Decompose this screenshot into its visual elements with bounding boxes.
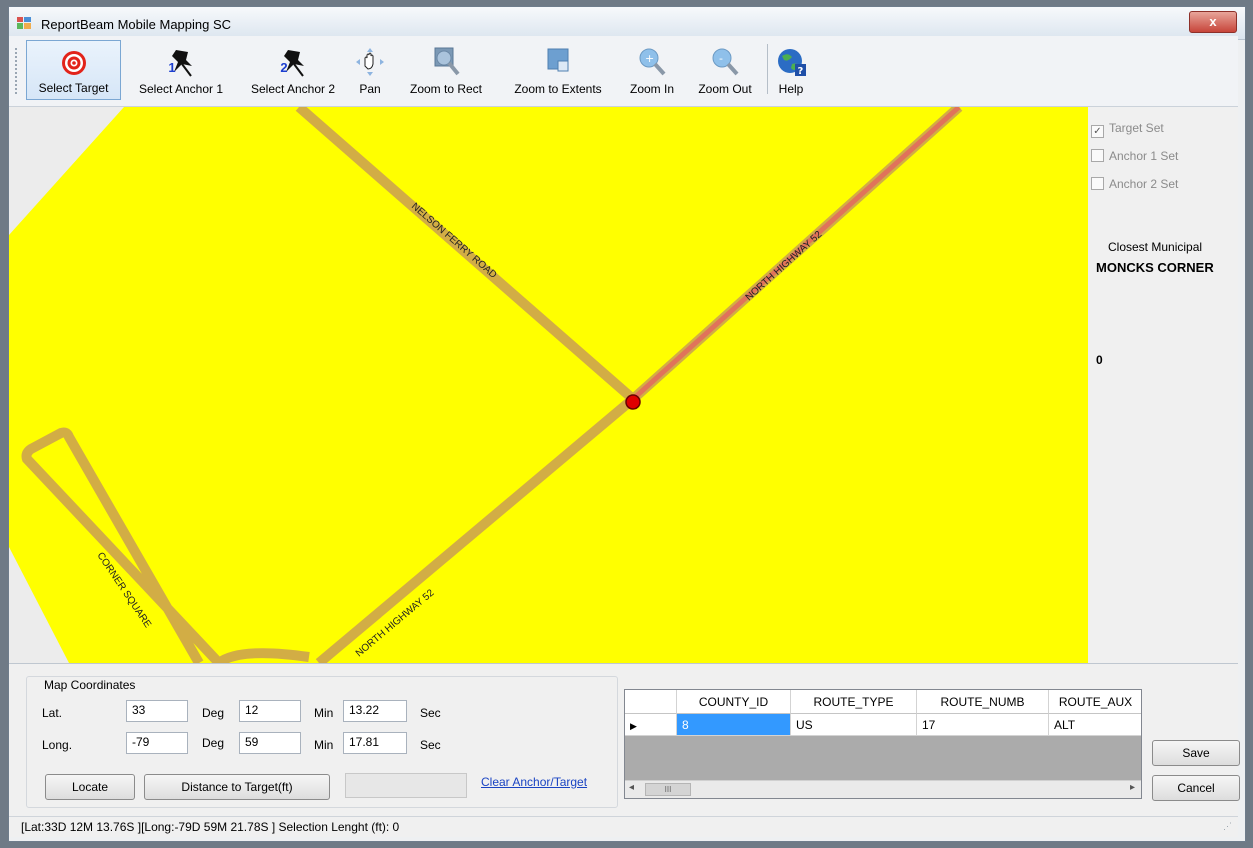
app-icon (17, 17, 31, 29)
anchor-2-number: 2 (280, 60, 288, 75)
target-marker[interactable] (625, 394, 641, 410)
label-nelson-ferry-road: NELSON FERRY ROAD (409, 201, 499, 281)
cell-county-id[interactable]: 8 (677, 714, 791, 736)
cell-route-type[interactable]: US (791, 714, 917, 736)
select-anchor-1-label: Select Anchor 1 (138, 82, 224, 96)
svg-text:?: ? (798, 66, 804, 77)
clear-anchor-target-link[interactable]: Clear Anchor/Target (481, 775, 587, 789)
svg-text:+: + (645, 52, 654, 65)
zoom-out-icon: - (712, 48, 739, 76)
select-anchor-2-button[interactable]: 2 Select Anchor 2 (238, 40, 348, 100)
select-target-label: Select Target (38, 81, 109, 95)
resize-grip-icon[interactable]: ⋰ (1223, 821, 1232, 832)
scroll-thumb[interactable]: III (645, 783, 691, 796)
map-canvas[interactable]: NELSON FERRY ROAD NORTH HIGHWAY 52 NORTH… (9, 107, 1088, 663)
checkbox-box (1091, 177, 1104, 190)
long-min-input[interactable]: 59 (239, 732, 301, 754)
pan-hand-icon (356, 48, 384, 76)
help-globe-icon: ? (778, 49, 806, 77)
zoom-to-rect-button[interactable]: Zoom to Rect (398, 40, 494, 100)
svg-text:-: - (719, 52, 723, 65)
long-deg-unit: Deg (202, 736, 225, 750)
map-corner-bottom-left (9, 547, 69, 663)
lat-min-input[interactable]: 12 (239, 700, 301, 722)
row-header[interactable]: ▶ (625, 714, 677, 736)
progress-bar (345, 773, 467, 798)
zoom-out-button[interactable]: - Zoom Out (687, 40, 763, 100)
pan-button[interactable]: Pan (352, 40, 388, 100)
checkbox-box (1091, 149, 1104, 162)
attribute-grid[interactable]: COUNTY_ID ROUTE_TYPE ROUTE_NUMB ROUTE_AU… (624, 689, 1142, 799)
save-button[interactable]: Save (1152, 740, 1240, 766)
status-bar: [Lat:33D 12M 13.76S ][Long:-79D 59M 21.7… (9, 816, 1238, 837)
scroll-right-icon[interactable]: ▸ (1130, 782, 1135, 793)
highway-52-lower (315, 395, 637, 663)
map-svg: NELSON FERRY ROAD NORTH HIGHWAY 52 NORTH… (9, 107, 963, 663)
toolbar-separator (767, 44, 768, 94)
grid-horizontal-scrollbar[interactable]: ◂ III ▸ (625, 780, 1141, 798)
toolbar-grip[interactable] (15, 48, 17, 94)
select-target-button[interactable]: Select Target (26, 40, 121, 100)
help-label: Help (778, 82, 804, 96)
cancel-button[interactable]: Cancel (1152, 775, 1240, 801)
zoom-to-rect-label: Zoom to Rect (409, 82, 483, 96)
pan-label: Pan (359, 82, 381, 96)
lat-label: Lat. (42, 706, 63, 720)
closest-municipal-label: Closest Municipal (1108, 240, 1203, 254)
map-corner-top-left (9, 107, 124, 235)
label-hwy-52-upper: NORTH HIGHWAY 52 (744, 229, 825, 303)
zoom-out-label: Zoom Out (698, 82, 752, 96)
distance-to-target-button[interactable]: Distance to Target(ft) (144, 774, 330, 800)
col-county-id[interactable]: COUNTY_ID (677, 690, 791, 714)
zoom-in-icon: + (639, 48, 666, 76)
cell-route-numb[interactable]: 17 (917, 714, 1049, 736)
checkmark-icon: ✓ (1091, 125, 1104, 138)
anchor-2-set-label: Anchor 2 Set (1109, 177, 1179, 191)
zoom-to-extents-button[interactable]: Zoom to Extents (500, 40, 616, 100)
window-title: ReportBeam Mobile Mapping SC (41, 17, 232, 32)
corner-square-connector (215, 648, 310, 663)
close-button[interactable]: x (1189, 11, 1237, 33)
status-text: [Lat:33D 12M 13.76S ][Long:-79D 59M 21.7… (21, 820, 400, 834)
select-anchor-2-label: Select Anchor 2 (250, 82, 336, 96)
row-pointer-icon: ▶ (630, 721, 637, 731)
zoom-extents-icon (547, 48, 569, 72)
lat-deg-unit: Deg (202, 706, 225, 720)
side-count: 0 (1096, 353, 1103, 367)
long-min-unit: Min (314, 738, 334, 752)
zoom-in-button[interactable]: + Zoom In (621, 40, 683, 100)
cell-route-aux[interactable]: ALT (1049, 714, 1141, 736)
col-route-type[interactable]: ROUTE_TYPE (791, 690, 917, 714)
lat-sec-input[interactable]: 13.22 (343, 700, 407, 722)
long-sec-input[interactable]: 17.81 (343, 732, 407, 754)
zoom-to-extents-label: Zoom to Extents (514, 82, 602, 96)
anchor-1-number: 1 (168, 60, 176, 75)
target-set-checkbox[interactable]: ✓ Target Set (1091, 121, 1164, 138)
anchor-1-set-label: Anchor 1 Set (1109, 149, 1179, 163)
long-sec-unit: Sec (420, 738, 441, 752)
map-coordinates-title: Map Coordinates (40, 678, 140, 692)
long-deg-input[interactable]: -79 (126, 732, 188, 754)
help-button[interactable]: ? Help (771, 40, 811, 100)
closest-municipal-value: MONCKS CORNER (1096, 260, 1214, 275)
zoom-in-label: Zoom In (629, 82, 674, 96)
lat-min-unit: Min (314, 706, 334, 720)
scroll-left-icon[interactable]: ◂ (629, 782, 634, 793)
locate-button[interactable]: Locate (45, 774, 135, 800)
lat-deg-input[interactable]: 33 (126, 700, 188, 722)
target-icon (61, 51, 86, 75)
col-route-aux[interactable]: ROUTE_AUX (1049, 690, 1141, 714)
anchor-1-set-checkbox[interactable]: Anchor 1 Set (1091, 149, 1178, 163)
col-route-numb[interactable]: ROUTE_NUMB (917, 690, 1049, 714)
long-label: Long. (42, 738, 73, 752)
anchor-2-set-checkbox[interactable]: Anchor 2 Set (1091, 177, 1178, 191)
corner-square-loop (21, 427, 223, 663)
lat-sec-unit: Sec (420, 706, 441, 720)
grid-corner-header (625, 690, 677, 714)
target-set-label: Target Set (1109, 121, 1164, 135)
zoom-rect-icon (434, 47, 460, 76)
toolbar: Select Target 1 Select Anchor 1 2 Select… (9, 36, 1238, 107)
